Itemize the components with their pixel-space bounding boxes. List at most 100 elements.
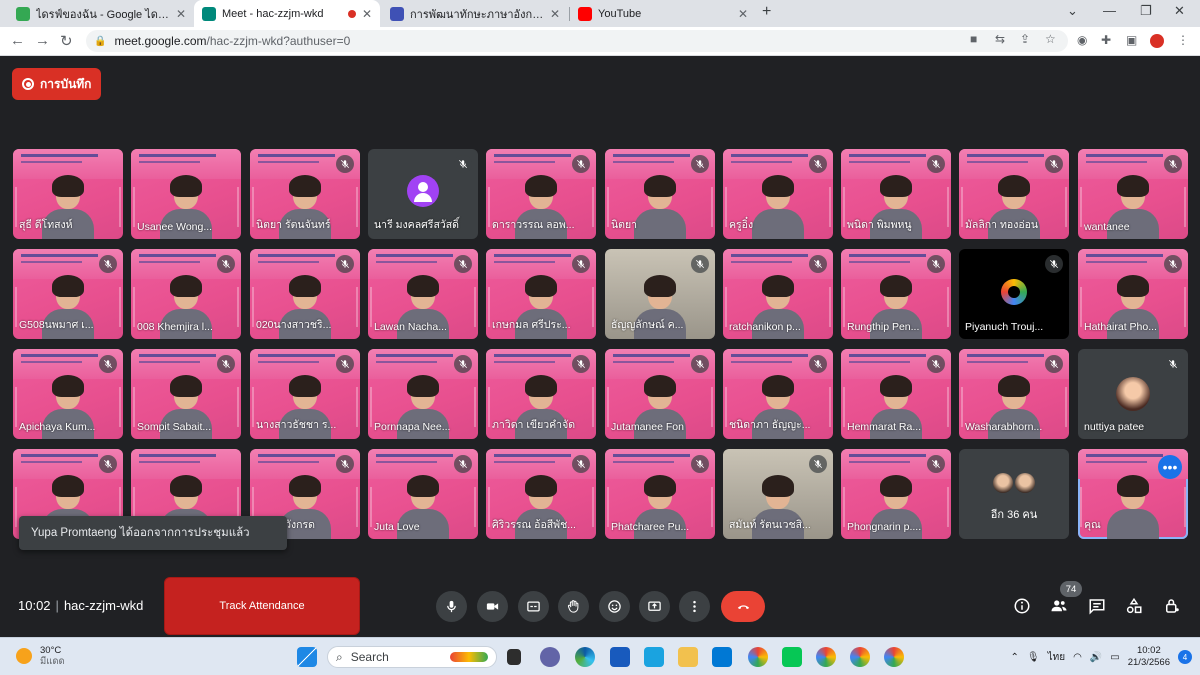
participant-tile[interactable]: พนิดา พิมพหนู bbox=[841, 149, 951, 239]
minimize-icon[interactable]: — bbox=[1103, 3, 1116, 18]
recording-badge[interactable]: การบันทึก bbox=[12, 68, 102, 100]
participant-tile[interactable]: ดาราวรรณ ลอพ... bbox=[486, 149, 596, 239]
extension-avatar-icon[interactable]: ◉ bbox=[1077, 33, 1087, 47]
participant-tile[interactable]: นารี มงคลศรีสวัสดิ์ bbox=[368, 149, 478, 239]
forward-arrow-icon[interactable]: → bbox=[35, 32, 50, 49]
address-bar[interactable]: 🔒 meet.google.com/hac-zzjm-wkd?authuser=… bbox=[86, 30, 1068, 52]
participant-tile[interactable]: Juta Love bbox=[368, 449, 478, 539]
learn-app-icon[interactable] bbox=[644, 647, 664, 667]
participant-tile[interactable]: Lawan Nacha... bbox=[368, 249, 478, 339]
tab-meet[interactable]: Meet - hac-zzjm-wkd ✕ bbox=[194, 0, 380, 27]
captions-button[interactable] bbox=[518, 591, 549, 622]
share-icon[interactable]: ⇪ bbox=[1020, 32, 1030, 46]
meeting-details-button[interactable] bbox=[1012, 596, 1032, 616]
chevron-up-icon[interactable]: ⌃ bbox=[1011, 652, 1019, 663]
participant-tile[interactable]: Piyanuch Trouj... bbox=[959, 249, 1069, 339]
close-icon[interactable]: ✕ bbox=[550, 7, 560, 21]
participant-tile[interactable]: ••• คุณ bbox=[1078, 449, 1188, 539]
wifi-icon[interactable]: ◠ bbox=[1073, 652, 1082, 663]
people-button[interactable] bbox=[1049, 596, 1069, 616]
close-icon[interactable]: ✕ bbox=[176, 7, 186, 21]
volume-icon[interactable]: 🔊 bbox=[1090, 652, 1102, 663]
bookmark-star-icon[interactable]: ☆ bbox=[1045, 32, 1056, 46]
participant-tile[interactable]: อีก 36 คน bbox=[959, 449, 1069, 539]
back-arrow-icon[interactable]: ← bbox=[10, 32, 25, 49]
participant-tile[interactable]: มัลลิกา ทองอ่อน bbox=[959, 149, 1069, 239]
tab-google-forms[interactable]: การพัฒนาทักษะภาษาอังกฤษ English ✕ bbox=[382, 0, 568, 27]
present-screen-button[interactable] bbox=[639, 591, 670, 622]
participant-tile[interactable]: wantanee bbox=[1078, 149, 1188, 239]
participant-tile[interactable]: 020นางสาวชริ... bbox=[250, 249, 360, 339]
weather-widget[interactable]: 30°C มีแดด bbox=[16, 645, 65, 667]
participant-tile[interactable]: นิตยา bbox=[605, 149, 715, 239]
participant-tile[interactable]: Phongnarin p.... bbox=[841, 449, 951, 539]
chrome-profile-3-icon[interactable] bbox=[850, 647, 870, 667]
reload-icon[interactable]: ↻ bbox=[60, 32, 73, 50]
participant-tile[interactable]: 008 Khemjira l... bbox=[131, 249, 241, 339]
camera-icon[interactable]: ■ bbox=[970, 32, 977, 46]
microphone-tray-icon[interactable]: 🎙 bbox=[1027, 652, 1040, 663]
close-window-icon[interactable]: ✕ bbox=[1174, 3, 1185, 19]
participant-tile[interactable]: นิตยา รัตนจันทร์ bbox=[250, 149, 360, 239]
participant-tile[interactable]: ratchanikon p... bbox=[723, 249, 833, 339]
profile-avatar[interactable] bbox=[1150, 34, 1164, 48]
participant-tile[interactable]: ธัญญลักษณ์ ค... bbox=[605, 249, 715, 339]
tab-youtube[interactable]: YouTube ✕ bbox=[570, 0, 756, 27]
participant-tile[interactable]: ศิริวรรณ อ้อสีพัช... bbox=[486, 449, 596, 539]
camera-button[interactable] bbox=[477, 591, 508, 622]
activities-button[interactable] bbox=[1124, 596, 1144, 616]
tab-google-drive[interactable]: ไดรฟ์ของฉัน - Google ไดรฟ์ ✕ bbox=[8, 0, 194, 27]
tab-search-chevron-icon[interactable]: ⌄ bbox=[1067, 3, 1078, 19]
battery-icon[interactable]: ▭ bbox=[1110, 652, 1119, 663]
close-icon[interactable]: ✕ bbox=[738, 7, 748, 21]
leave-call-button[interactable] bbox=[721, 591, 765, 622]
translate-icon[interactable]: ⇆ bbox=[995, 32, 1005, 46]
participant-tile[interactable]: เกษกมล ศรีประ... bbox=[486, 249, 596, 339]
participant-tile[interactable]: Pornnapa Nee... bbox=[368, 349, 478, 439]
participant-tile[interactable]: Hemmarat Ra... bbox=[841, 349, 951, 439]
extensions-puzzle-icon[interactable]: ✚ bbox=[1101, 33, 1111, 47]
participant-tile[interactable]: nuttiya patee bbox=[1078, 349, 1188, 439]
track-attendance-button[interactable]: Track Attendance bbox=[164, 577, 360, 635]
participant-tile[interactable]: G508นพมาศ เ... bbox=[13, 249, 123, 339]
mail-icon[interactable] bbox=[712, 647, 732, 667]
more-options-button[interactable] bbox=[679, 591, 710, 622]
task-view-icon[interactable] bbox=[507, 649, 521, 665]
chrome-profile-2-icon[interactable] bbox=[816, 647, 836, 667]
teams-chat-icon[interactable] bbox=[540, 647, 560, 667]
participant-tile[interactable]: Hathairat Pho... bbox=[1078, 249, 1188, 339]
tile-more-options-icon[interactable]: ••• bbox=[1158, 455, 1182, 479]
side-panel-icon[interactable]: ▣ bbox=[1126, 33, 1137, 47]
chrome-profile-4-icon[interactable] bbox=[884, 647, 904, 667]
maximize-icon[interactable]: ❐ bbox=[1140, 3, 1152, 19]
participant-tile[interactable]: Sompit Sabait... bbox=[131, 349, 241, 439]
participant-tile[interactable]: Washarabhorn... bbox=[959, 349, 1069, 439]
participant-tile[interactable]: นางสาวธัชชา ร... bbox=[250, 349, 360, 439]
start-windows-icon[interactable] bbox=[297, 647, 317, 667]
microphone-button[interactable] bbox=[436, 591, 467, 622]
participant-tile[interactable]: Jutamanee Fon bbox=[605, 349, 715, 439]
notification-badge[interactable]: 4 bbox=[1178, 650, 1192, 664]
participant-tile[interactable]: สุธี ดีโทสงห์ bbox=[13, 149, 123, 239]
participant-tile[interactable]: Rungthip Pen... bbox=[841, 249, 951, 339]
participant-tile[interactable]: Apichaya Kum... bbox=[13, 349, 123, 439]
close-icon[interactable]: ✕ bbox=[362, 7, 372, 21]
host-controls-button[interactable] bbox=[1162, 596, 1182, 616]
raise-hand-button[interactable] bbox=[558, 591, 589, 622]
participant-tile[interactable]: ชนิดาภา ธัญญะ... bbox=[723, 349, 833, 439]
new-tab-icon[interactable]: + bbox=[762, 3, 771, 21]
reactions-button[interactable] bbox=[599, 591, 630, 622]
line-icon[interactable] bbox=[782, 647, 802, 667]
chrome-icon[interactable] bbox=[748, 647, 768, 667]
participant-tile[interactable]: Phatcharee Pu... bbox=[605, 449, 715, 539]
input-language[interactable]: ไทย bbox=[1048, 650, 1065, 665]
file-explorer-icon[interactable] bbox=[678, 647, 698, 667]
word-icon[interactable] bbox=[610, 647, 630, 667]
participant-tile[interactable]: Usanee Wong... bbox=[131, 149, 241, 239]
menu-kebab-icon[interactable]: ⋮ bbox=[1177, 33, 1189, 47]
taskbar-search[interactable]: ⌕ Search bbox=[327, 646, 497, 668]
participant-tile[interactable]: สมันท์ รัตนเวชสิ... bbox=[723, 449, 833, 539]
edge-icon[interactable] bbox=[575, 647, 595, 667]
participant-tile[interactable]: ภาวิดา เขียวคำจัด bbox=[486, 349, 596, 439]
taskbar-clock[interactable]: 10:02 21/3/2566 bbox=[1128, 645, 1170, 669]
